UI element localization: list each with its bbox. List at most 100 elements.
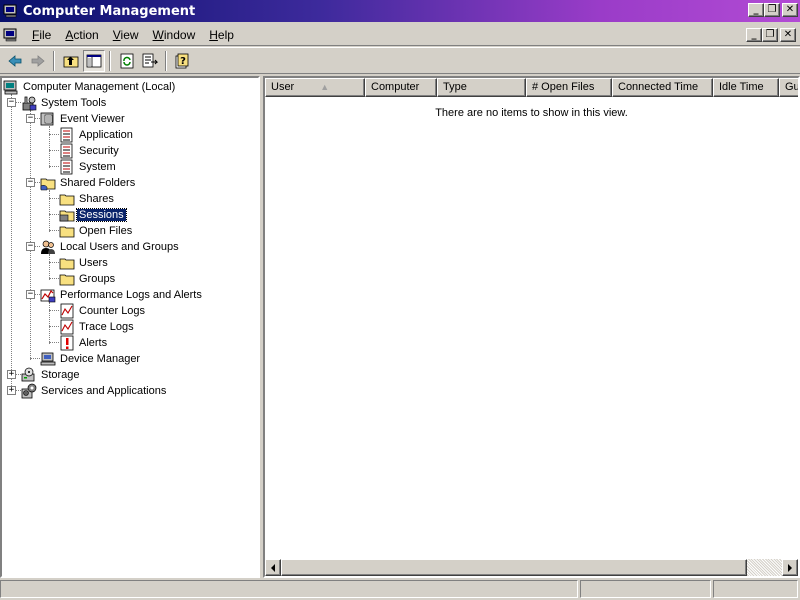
column-header-computer[interactable]: Computer [365, 78, 437, 97]
tree-item-sessions[interactable]: Sessions [59, 207, 127, 223]
tree-item-label: Users [79, 257, 108, 269]
column-header-label: # Open Files [532, 81, 595, 93]
tree-item-groups[interactable]: Groups [59, 271, 117, 287]
menu-help-label: elp [217, 27, 234, 42]
tree-expander[interactable]: − [7, 98, 16, 107]
column-header-user[interactable]: User ▲ [265, 78, 365, 97]
menu-bar: File Action View Window Help [0, 24, 800, 46]
column-header-guest[interactable]: Gu [779, 78, 798, 97]
tree-connector [49, 150, 59, 151]
tree-item-trace-logs[interactable]: Trace Logs [59, 319, 136, 335]
horizontal-scrollbar[interactable] [265, 559, 798, 576]
column-header-type[interactable]: Type [437, 78, 526, 97]
tree-expander[interactable]: − [26, 114, 35, 123]
tree-item-performance-logs-and-alerts[interactable]: Performance Logs and Alerts [40, 287, 204, 303]
tree-item-label: Application [79, 129, 133, 141]
menu-file[interactable]: File [25, 28, 58, 42]
scroll-right-button[interactable] [782, 559, 798, 576]
tree-item-device-manager[interactable]: Device Manager [40, 351, 142, 367]
child-minimize-button[interactable]: _ [746, 28, 762, 42]
refresh-button[interactable] [116, 50, 138, 72]
tree-connector [49, 278, 59, 279]
tree-item-shares[interactable]: Shares [59, 191, 116, 207]
status-bar [0, 580, 800, 600]
status-cell-secondary [580, 580, 711, 598]
folder-icon [59, 274, 75, 286]
column-header-label: Computer [371, 81, 420, 93]
tree-expander[interactable]: − [26, 178, 35, 187]
scroll-left-button[interactable] [265, 559, 281, 576]
tree-expander[interactable]: + [7, 370, 16, 379]
log-chart-icon [60, 319, 74, 335]
tree-expander[interactable]: − [26, 242, 35, 251]
shared-folder-icon [40, 178, 56, 191]
child-window-icon[interactable] [3, 28, 19, 42]
show-hide-console-tree-button[interactable] [83, 49, 105, 72]
device-manager-icon [40, 352, 56, 366]
child-restore-button[interactable]: ❐ [762, 28, 778, 42]
minimize-button[interactable]: _ [748, 3, 764, 17]
tree-item-label: Storage [41, 369, 80, 381]
tree-item-alerts[interactable]: Alerts [59, 335, 109, 351]
computer-management-icon [3, 4, 17, 18]
column-header-idle-time[interactable]: Idle Time [713, 78, 779, 97]
tree-item-security-log[interactable]: Security [59, 143, 121, 159]
tree-expander[interactable]: + [7, 386, 16, 395]
details-pane[interactable]: User ▲ Computer Type # Open Files Connect… [263, 76, 800, 578]
export-list-icon [142, 53, 158, 67]
status-cell-tertiary [713, 580, 798, 598]
tree-connector [49, 230, 59, 231]
folder-icon [59, 226, 75, 238]
restore-button[interactable]: ❐ [764, 3, 780, 17]
toolbar-separator [165, 50, 167, 71]
column-header-open-files[interactable]: # Open Files [526, 78, 612, 97]
tree-connector [30, 358, 40, 359]
export-list-button[interactable] [139, 50, 161, 72]
close-button[interactable]: ✕ [782, 3, 798, 17]
menu-view-label: iew [120, 27, 139, 42]
system-tools-icon [22, 96, 37, 111]
tree-item-open-files[interactable]: Open Files [59, 223, 134, 239]
column-header-connected-time[interactable]: Connected Time [612, 78, 713, 97]
tree-item-event-viewer[interactable]: Event Viewer [40, 111, 127, 127]
window-caption-buttons: _ ❐ ✕ [748, 3, 798, 17]
menu-view[interactable]: View [106, 28, 146, 42]
services-icon [21, 383, 37, 399]
tree-connector [49, 166, 59, 167]
tree-item-storage[interactable]: Storage [21, 367, 82, 383]
tree-item-computer-management[interactable]: Computer Management (Local) [3, 79, 177, 95]
menu-help[interactable]: Help [202, 28, 241, 42]
tree-connector [49, 326, 59, 327]
up-one-level-button[interactable] [60, 50, 82, 72]
tree-item-label: Counter Logs [79, 305, 146, 317]
tree-connector [49, 214, 59, 215]
tree-item-users[interactable]: Users [59, 255, 110, 271]
console-tree[interactable]: Computer Management (Local) − System Too… [0, 76, 260, 578]
menu-window[interactable]: Window [146, 28, 203, 42]
tree-item-system-tools[interactable]: System Tools [21, 95, 108, 111]
help-button[interactable]: ? [172, 50, 194, 72]
tree-item-services-and-applications[interactable]: Services and Applications [21, 383, 168, 399]
tree-item-label: Device Manager [60, 353, 141, 365]
tree-item-shared-folders[interactable]: Shared Folders [40, 175, 137, 191]
tree-item-application-log[interactable]: Application [59, 127, 135, 143]
forward-arrow-icon [31, 54, 45, 67]
tree-item-label: System [79, 161, 116, 173]
tree-item-label: Shared Folders [60, 177, 136, 189]
tree-item-counter-logs[interactable]: Counter Logs [59, 303, 147, 319]
tree-expander[interactable]: − [26, 290, 35, 299]
scroll-thumb[interactable] [281, 559, 747, 576]
forward-button[interactable] [27, 50, 49, 72]
tree-item-system-log[interactable]: System [59, 159, 118, 175]
menu-help-accel: H [209, 27, 218, 42]
back-button[interactable] [4, 50, 26, 72]
tree-item-local-users-and-groups[interactable]: Local Users and Groups [40, 239, 181, 255]
toolbar: ? [0, 47, 800, 74]
child-close-button[interactable]: ✕ [780, 28, 796, 42]
tree-item-label: Computer Management (Local) [23, 81, 176, 93]
title-bar[interactable]: Computer Management _ ❐ ✕ [0, 0, 800, 22]
menu-action[interactable]: Action [58, 28, 105, 42]
tree-connector [49, 342, 59, 343]
scroll-track[interactable] [281, 559, 782, 576]
tree-item-label: Performance Logs and Alerts [60, 289, 202, 301]
